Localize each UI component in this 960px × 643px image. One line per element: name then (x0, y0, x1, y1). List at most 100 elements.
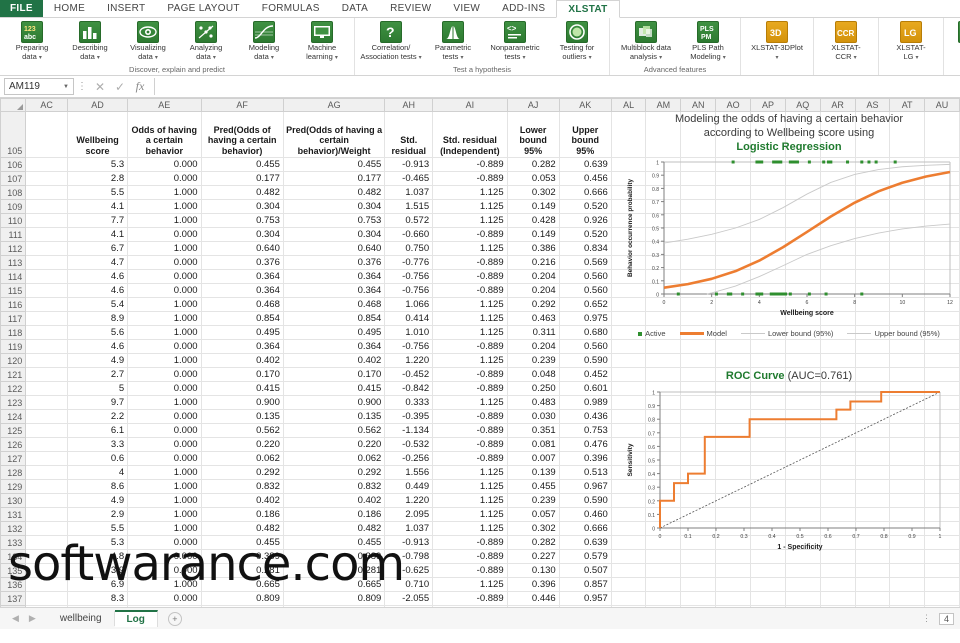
cell[interactable]: -0.256 (384, 451, 434, 466)
cell[interactable] (923, 157, 960, 172)
cell[interactable]: 0.513 (558, 465, 612, 480)
cell[interactable] (25, 451, 69, 466)
cell[interactable] (819, 395, 856, 410)
cell[interactable] (854, 437, 891, 452)
cell[interactable] (610, 437, 647, 452)
cell[interactable]: 0.007 (506, 451, 560, 466)
cell[interactable] (854, 521, 891, 536)
cell[interactable]: 0.415 (282, 381, 386, 396)
cell[interactable] (680, 423, 717, 438)
cell[interactable] (645, 199, 682, 214)
cell[interactable]: 1.220 (384, 493, 434, 508)
parametric-tests-button[interactable]: Parametric tests ▾ (424, 20, 482, 62)
cell[interactable] (819, 367, 856, 382)
cell[interactable]: 0.652 (558, 297, 612, 312)
cell[interactable] (715, 437, 752, 452)
cell[interactable] (750, 199, 786, 214)
cell[interactable] (750, 171, 786, 186)
cell[interactable] (25, 605, 69, 607)
cell[interactable] (715, 325, 752, 340)
cell[interactable] (645, 563, 682, 578)
cell[interactable]: 0.220 (282, 437, 386, 452)
cell[interactable] (750, 255, 786, 270)
cell[interactable] (715, 521, 752, 536)
cell[interactable] (784, 479, 821, 494)
cell[interactable] (715, 255, 752, 270)
cell[interactable]: 3.3 (67, 437, 129, 452)
cell[interactable]: 1.000 (127, 507, 202, 522)
cell[interactable] (923, 549, 960, 564)
cell[interactable]: 4 (67, 465, 129, 480)
cell[interactable] (715, 111, 752, 158)
column-header-AE[interactable]: AE (127, 98, 202, 112)
row-header[interactable]: 126 (0, 437, 27, 452)
cell[interactable]: 0.482 (200, 185, 284, 200)
cell[interactable] (923, 283, 960, 298)
cell[interactable] (645, 395, 682, 410)
cell[interactable] (610, 311, 647, 326)
cell[interactable]: 0.402 (200, 493, 284, 508)
cell[interactable]: 1.515 (384, 199, 434, 214)
tab-data[interactable]: DATA (331, 0, 379, 17)
cell[interactable]: 0.000 (127, 423, 202, 438)
cell[interactable] (750, 577, 786, 592)
cell[interactable] (784, 283, 821, 298)
cell[interactable]: 0.000 (127, 269, 202, 284)
cell[interactable]: 0.809 (200, 591, 284, 606)
cell[interactable] (645, 605, 682, 607)
cell[interactable] (819, 577, 856, 592)
cell[interactable] (680, 479, 717, 494)
row-header[interactable]: 117 (0, 311, 27, 326)
cell[interactable]: 0.304 (282, 199, 386, 214)
cell[interactable] (645, 577, 682, 592)
cell[interactable] (889, 507, 925, 522)
cell[interactable] (889, 227, 925, 242)
confirm-entry-icon[interactable]: ✓ (110, 80, 130, 94)
cell[interactable] (25, 395, 69, 410)
cell[interactable] (25, 465, 69, 480)
cell[interactable]: 0.753 (282, 213, 386, 228)
xlstat-3dplot-button[interactable]: 3D XLSTAT-3DPlot ▾ (744, 20, 810, 62)
cell[interactable]: 1.125 (432, 395, 508, 410)
cell[interactable]: 0.900 (282, 395, 386, 410)
cell[interactable] (610, 297, 647, 312)
cell[interactable]: 0.468 (282, 297, 386, 312)
cell[interactable]: 1.125 (432, 325, 508, 340)
cell[interactable]: 0.364 (200, 339, 284, 354)
row-header[interactable]: 121 (0, 367, 27, 382)
cell[interactable]: 0.590 (558, 493, 612, 508)
add-sheet-icon[interactable]: + (167, 611, 182, 626)
cell[interactable]: 0.292 (282, 465, 386, 480)
cell[interactable] (854, 111, 891, 158)
cell[interactable] (610, 381, 647, 396)
cell[interactable]: 0.562 (282, 423, 386, 438)
cell[interactable]: 0.135 (200, 409, 284, 424)
cell[interactable] (854, 605, 891, 607)
cell[interactable] (610, 283, 647, 298)
row-header[interactable]: 120 (0, 353, 27, 368)
cell[interactable]: 0.854 (282, 311, 386, 326)
cell[interactable]: 5.3 (67, 157, 129, 172)
row-header[interactable]: 109 (0, 199, 27, 214)
tab-insert[interactable]: INSERT (96, 0, 156, 17)
cell[interactable] (750, 605, 786, 607)
cell[interactable]: -0.660 (384, 227, 434, 242)
cell[interactable]: 0.282 (506, 157, 560, 172)
cell[interactable]: -0.889 (432, 437, 508, 452)
prev-sheet-icon[interactable]: ◀ (12, 613, 19, 624)
cell[interactable] (854, 185, 891, 200)
cell[interactable]: 1.000 (127, 353, 202, 368)
cell[interactable]: 0.364 (282, 269, 386, 284)
cell[interactable] (680, 213, 717, 228)
insert-function-icon[interactable]: fx (130, 79, 150, 94)
tab-file[interactable]: FILE (0, 0, 43, 17)
cell[interactable]: 0.000 (127, 409, 202, 424)
cell[interactable] (889, 171, 925, 186)
cell[interactable] (610, 451, 647, 466)
cell[interactable]: -0.889 (432, 563, 508, 578)
cell[interactable] (819, 535, 856, 550)
cell[interactable]: 0.989 (558, 395, 612, 410)
cell[interactable] (889, 591, 925, 606)
row-header[interactable]: 137 (0, 591, 27, 606)
cell[interactable] (854, 577, 891, 592)
